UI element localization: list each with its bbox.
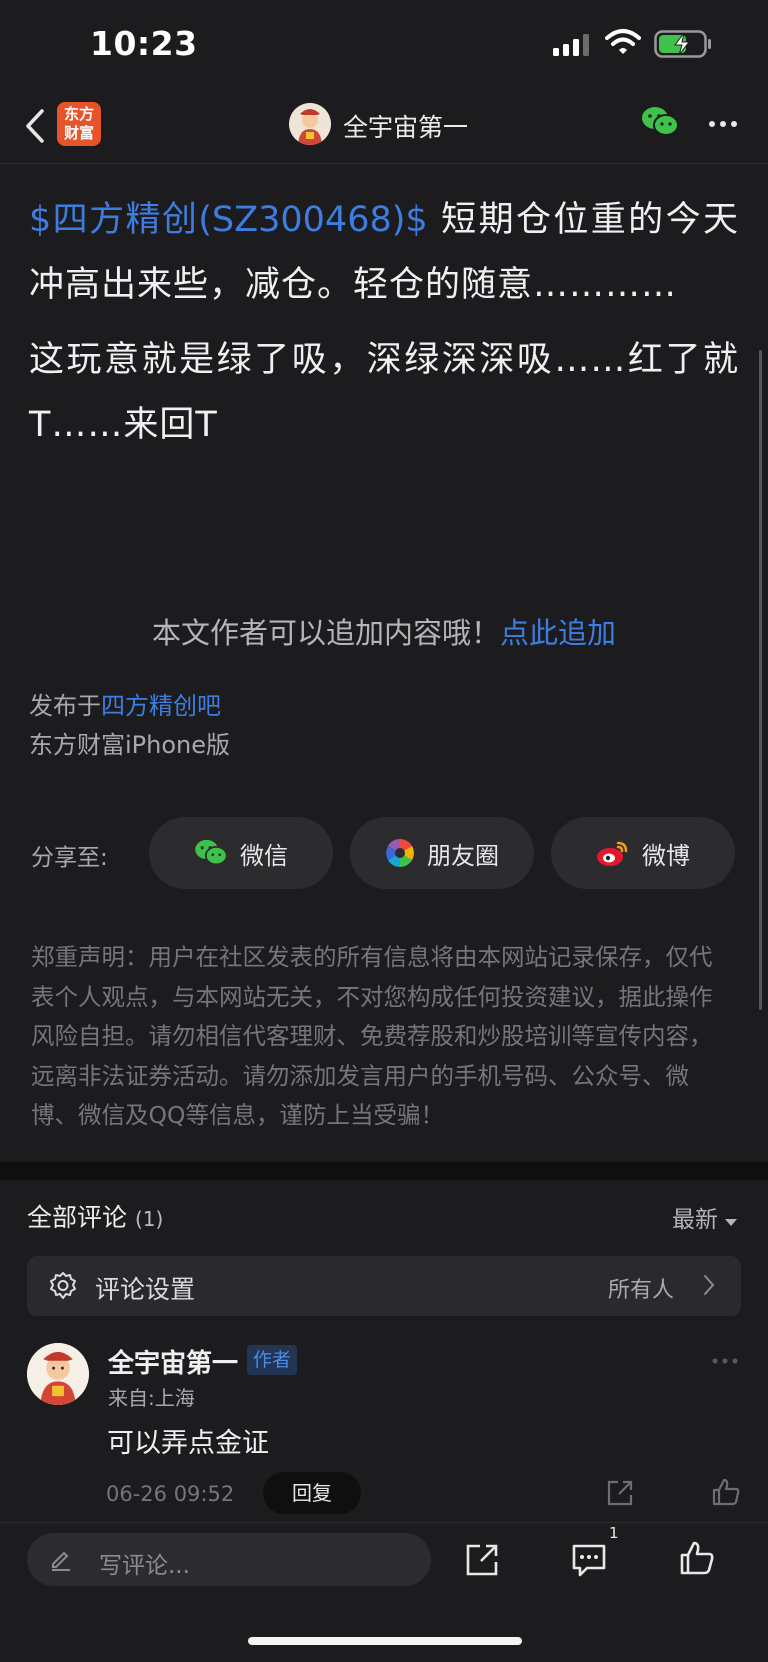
like-icon[interactable]	[679, 1540, 715, 1576]
weibo-icon	[597, 841, 628, 866]
comment-time: 06-26 09:52	[106, 1482, 235, 1506]
reply-button[interactable]: 回复	[263, 1472, 361, 1514]
comment-icon[interactable]	[571, 1542, 607, 1578]
chevron-right-icon	[704, 1275, 715, 1295]
write-comment-input[interactable]: 写评论...	[27, 1533, 431, 1586]
scrollbar[interactable]	[759, 350, 762, 1010]
comments-count: (1)	[134, 1207, 164, 1231]
section-separator	[0, 1162, 768, 1180]
append-content-hint: 本文作者可以追加内容哦！点此追加	[151, 616, 617, 650]
eastmoney-logo[interactable]: 东方 财富	[57, 102, 101, 146]
comments-title: 全部评论 (1)	[27, 1203, 164, 1232]
write-comment-placeholder: 写评论...	[99, 1553, 190, 1579]
comment-like-icon[interactable]	[711, 1477, 741, 1507]
post-body: $四方精创(SZ300468)$ 短期仓位重的今天冲高出来些，减仓。轻仓的随意……	[29, 188, 739, 468]
nav-bar: 东方 财富 全宇宙第一	[0, 90, 768, 165]
comment-text: 可以弄点金证	[107, 1428, 269, 1459]
disclaimer: 郑重声明：用户在社区发表的所有信息将由本网站记录保存，仅代表个人观点，与本网站无…	[31, 943, 713, 1129]
caret-down-icon	[725, 1219, 738, 1226]
share-moments-button[interactable]: 朋友圈	[350, 817, 534, 889]
god-of-wealth-avatar-icon	[289, 103, 331, 145]
stock-bar-link[interactable]: 四方精创吧	[101, 692, 221, 720]
gear-icon	[50, 1272, 76, 1299]
comment-share-icon[interactable]	[605, 1478, 635, 1508]
nav-divider	[0, 163, 768, 164]
published-in: 发布于四方精创吧	[29, 692, 221, 720]
comment-settings-value: 所有人	[608, 1278, 675, 1303]
append-content-link[interactable]: 点此追加	[500, 616, 616, 650]
battery-charging-icon	[654, 30, 711, 58]
client-source: 东方财富iPhone版	[29, 731, 231, 759]
home-indicator[interactable]	[248, 1637, 522, 1645]
commenter-name[interactable]: 全宇宙第一	[108, 1343, 238, 1380]
post-paragraph-2: 这玩意就是绿了吸，深绿深深吸……红了就T……来回T	[29, 340, 739, 445]
wechat-share-icon[interactable]	[641, 106, 679, 138]
wechat-icon	[195, 839, 228, 866]
commenter-location: 来自:上海	[108, 1386, 195, 1410]
cellular-signal-icon	[553, 34, 589, 56]
stock-tag-link[interactable]: $四方精创(SZ300468)$	[29, 200, 428, 240]
nav-username[interactable]: 全宇宙第一	[343, 108, 468, 144]
god-of-wealth-avatar-icon	[27, 1343, 89, 1405]
commenter-avatar[interactable]	[27, 1343, 89, 1405]
author-avatar[interactable]	[289, 103, 331, 145]
share-icon[interactable]	[464, 1542, 500, 1578]
bottom-bar-divider	[0, 1522, 768, 1523]
post-paragraph: $四方精创(SZ300468)$ 短期仓位重的今天冲高出来些，减仓。轻仓的随意……	[29, 188, 739, 318]
sort-dropdown[interactable]: 最新	[672, 1200, 738, 1234]
share-label: 分享至:	[31, 845, 108, 871]
share-weibo-button[interactable]: 微博	[551, 817, 735, 889]
more-options-icon[interactable]	[708, 120, 738, 128]
status-time: 10:23	[90, 24, 198, 63]
author-badge: 作者	[247, 1345, 298, 1375]
share-wechat-button[interactable]: 微信	[149, 817, 333, 889]
pen-icon	[52, 1551, 70, 1571]
comment-settings-label: 评论设置	[95, 1275, 196, 1304]
comment-more-icon[interactable]	[712, 1358, 738, 1364]
back-arrow-icon[interactable]	[24, 108, 46, 144]
wifi-icon	[605, 29, 641, 54]
comment-count-badge: 1	[609, 1524, 619, 1542]
moments-icon	[386, 839, 414, 867]
comment-settings-row[interactable]: 评论设置 所有人	[27, 1256, 741, 1316]
